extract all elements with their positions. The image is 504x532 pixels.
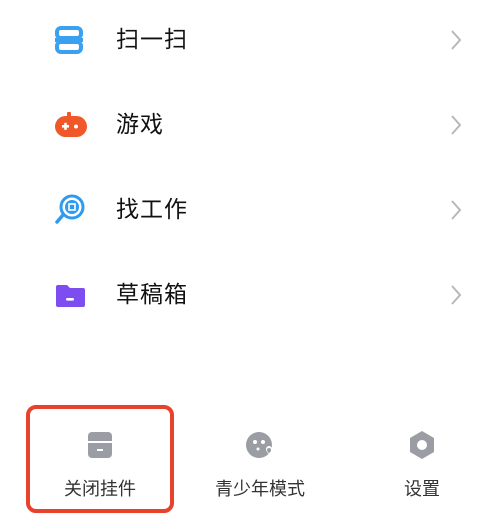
menu-item-label: 扫一扫 (116, 27, 188, 53)
menu-item-jobs[interactable]: 找工作 (0, 175, 504, 245)
menu-item-partial[interactable] (0, 345, 504, 375)
menu-item-games[interactable]: 游戏 (0, 90, 504, 160)
menu-item-label: 草稿箱 (116, 282, 188, 308)
youth-mode-label: 青少年模式 (215, 479, 305, 500)
page: 扫一扫 游戏 找工作 草稿箱 关闭挂件 青少年模式 设置 (0, 0, 504, 532)
job-search-icon (55, 194, 85, 224)
settings-button[interactable]: 设置 (372, 415, 472, 515)
chevron-right-icon (451, 115, 462, 135)
draft-folder-icon (56, 285, 85, 307)
chevron-right-icon (451, 200, 462, 220)
scan-icon (55, 26, 83, 54)
highlight-box (26, 405, 174, 513)
menu-item-scan[interactable]: 扫一扫 (0, 5, 504, 75)
gamepad-icon (55, 112, 87, 137)
menu-list: 扫一扫 游戏 找工作 草稿箱 (0, 0, 504, 375)
youth-mode-button[interactable]: 青少年模式 (190, 415, 330, 515)
settings-label: 设置 (404, 479, 440, 500)
chevron-right-icon (451, 30, 462, 50)
menu-item-label: 找工作 (116, 197, 188, 223)
youth-mode-icon (246, 432, 272, 458)
menu-item-label: 游戏 (116, 112, 164, 138)
menu-item-drafts[interactable]: 草稿箱 (0, 260, 504, 330)
folder-icon (52, 364, 88, 375)
settings-icon (410, 431, 434, 459)
chevron-right-icon (451, 285, 462, 305)
